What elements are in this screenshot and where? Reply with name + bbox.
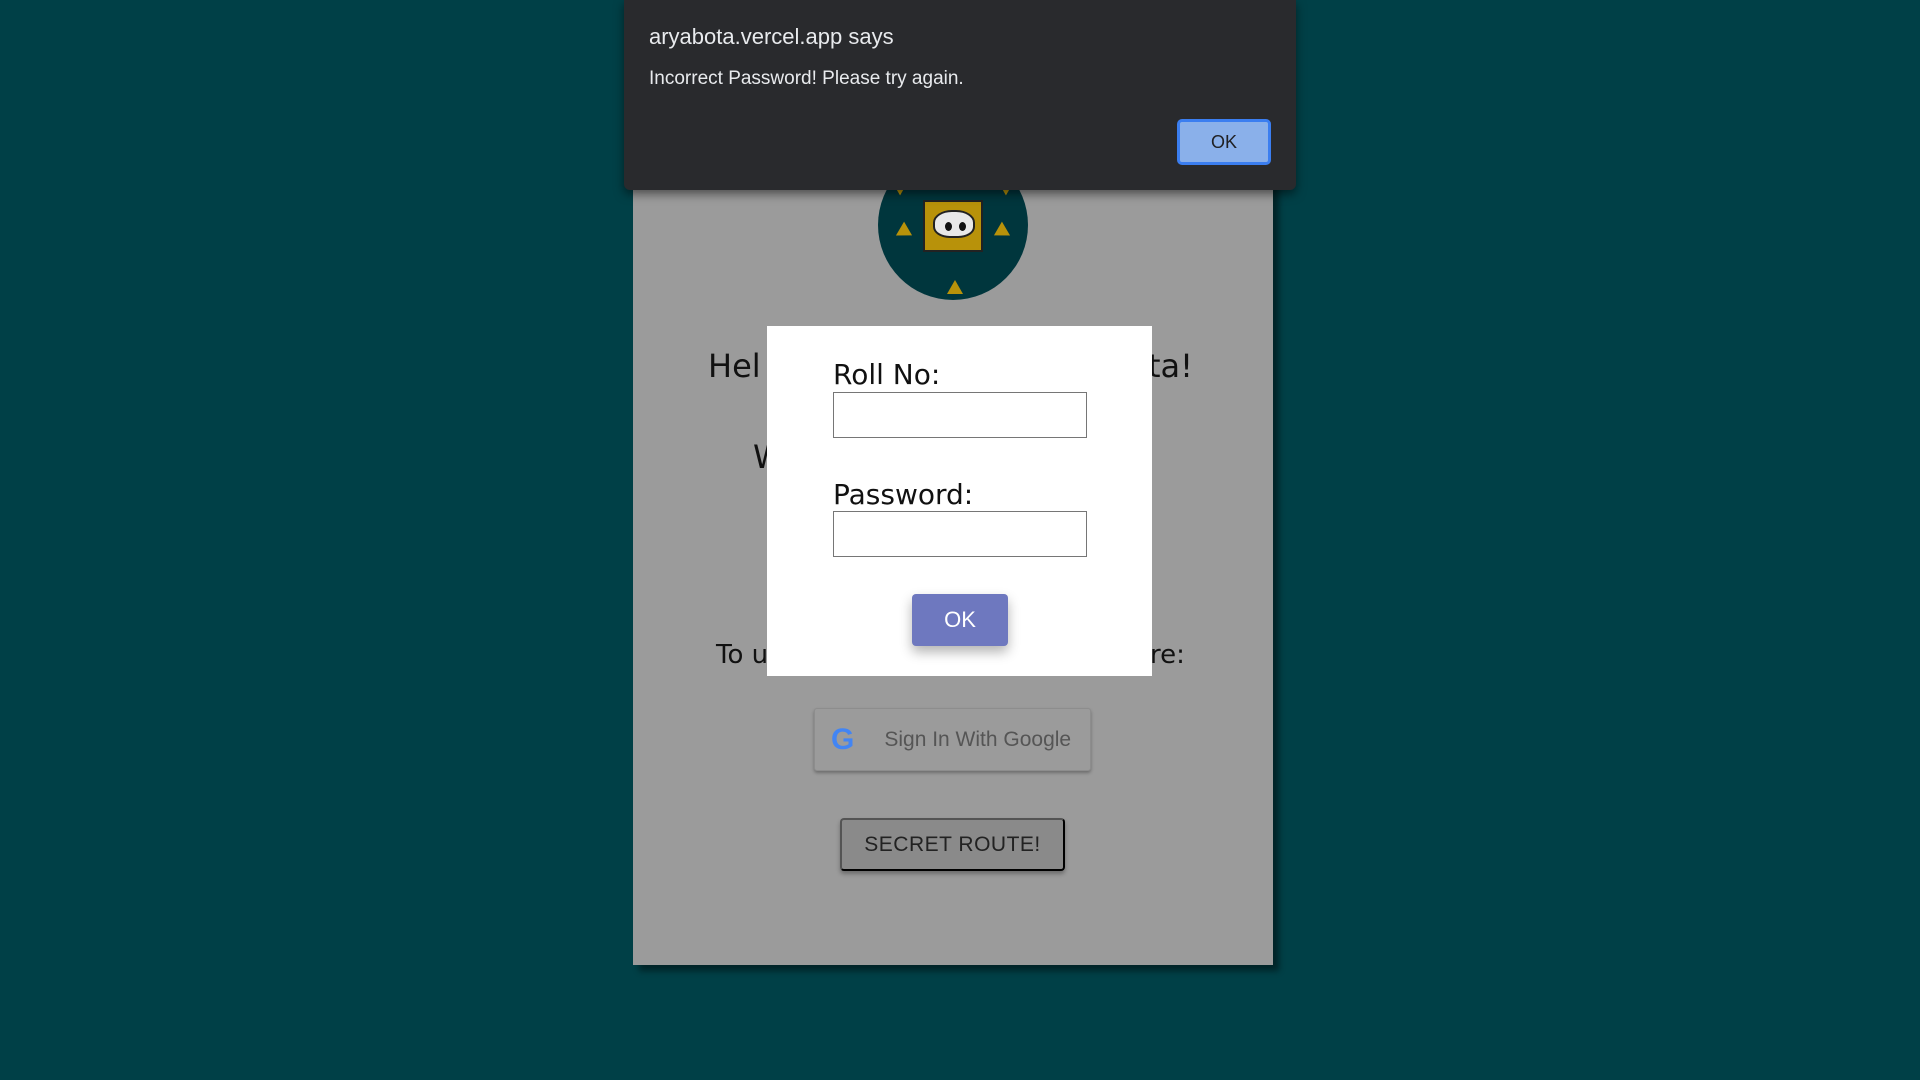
robot-face-icon xyxy=(923,200,983,252)
login-modal: Roll No: Password: OK xyxy=(767,326,1152,676)
browser-alert-dialog: aryabota.vercel.app says Incorrect Passw… xyxy=(624,0,1296,190)
heading-text-start: Hel xyxy=(708,347,761,385)
logo-spike xyxy=(891,221,913,243)
alert-message: Incorrect Password! Please try again. xyxy=(649,68,964,89)
alert-title: aryabota.vercel.app says xyxy=(649,24,894,49)
google-sign-in-button[interactable]: G Sign In With Google xyxy=(814,708,1091,771)
roll-no-label: Roll No: xyxy=(833,358,941,391)
google-sign-in-label: Sign In With Google xyxy=(884,727,1072,751)
secret-route-button[interactable]: SECRET ROUTE! xyxy=(840,818,1065,871)
instruction-text-start: To u xyxy=(716,640,769,670)
instruction-text-end: re: xyxy=(1150,640,1185,670)
roll-no-input[interactable] xyxy=(833,392,1087,438)
modal-ok-button[interactable]: OK xyxy=(912,594,1008,646)
password-input[interactable] xyxy=(833,511,1087,557)
heading-text-end: ta! xyxy=(1148,347,1193,385)
logo-spike xyxy=(947,280,963,294)
password-label: Password: xyxy=(833,478,974,511)
alert-ok-button[interactable]: OK xyxy=(1177,119,1271,165)
logo-spike xyxy=(993,221,1015,243)
google-icon: G xyxy=(831,722,855,756)
